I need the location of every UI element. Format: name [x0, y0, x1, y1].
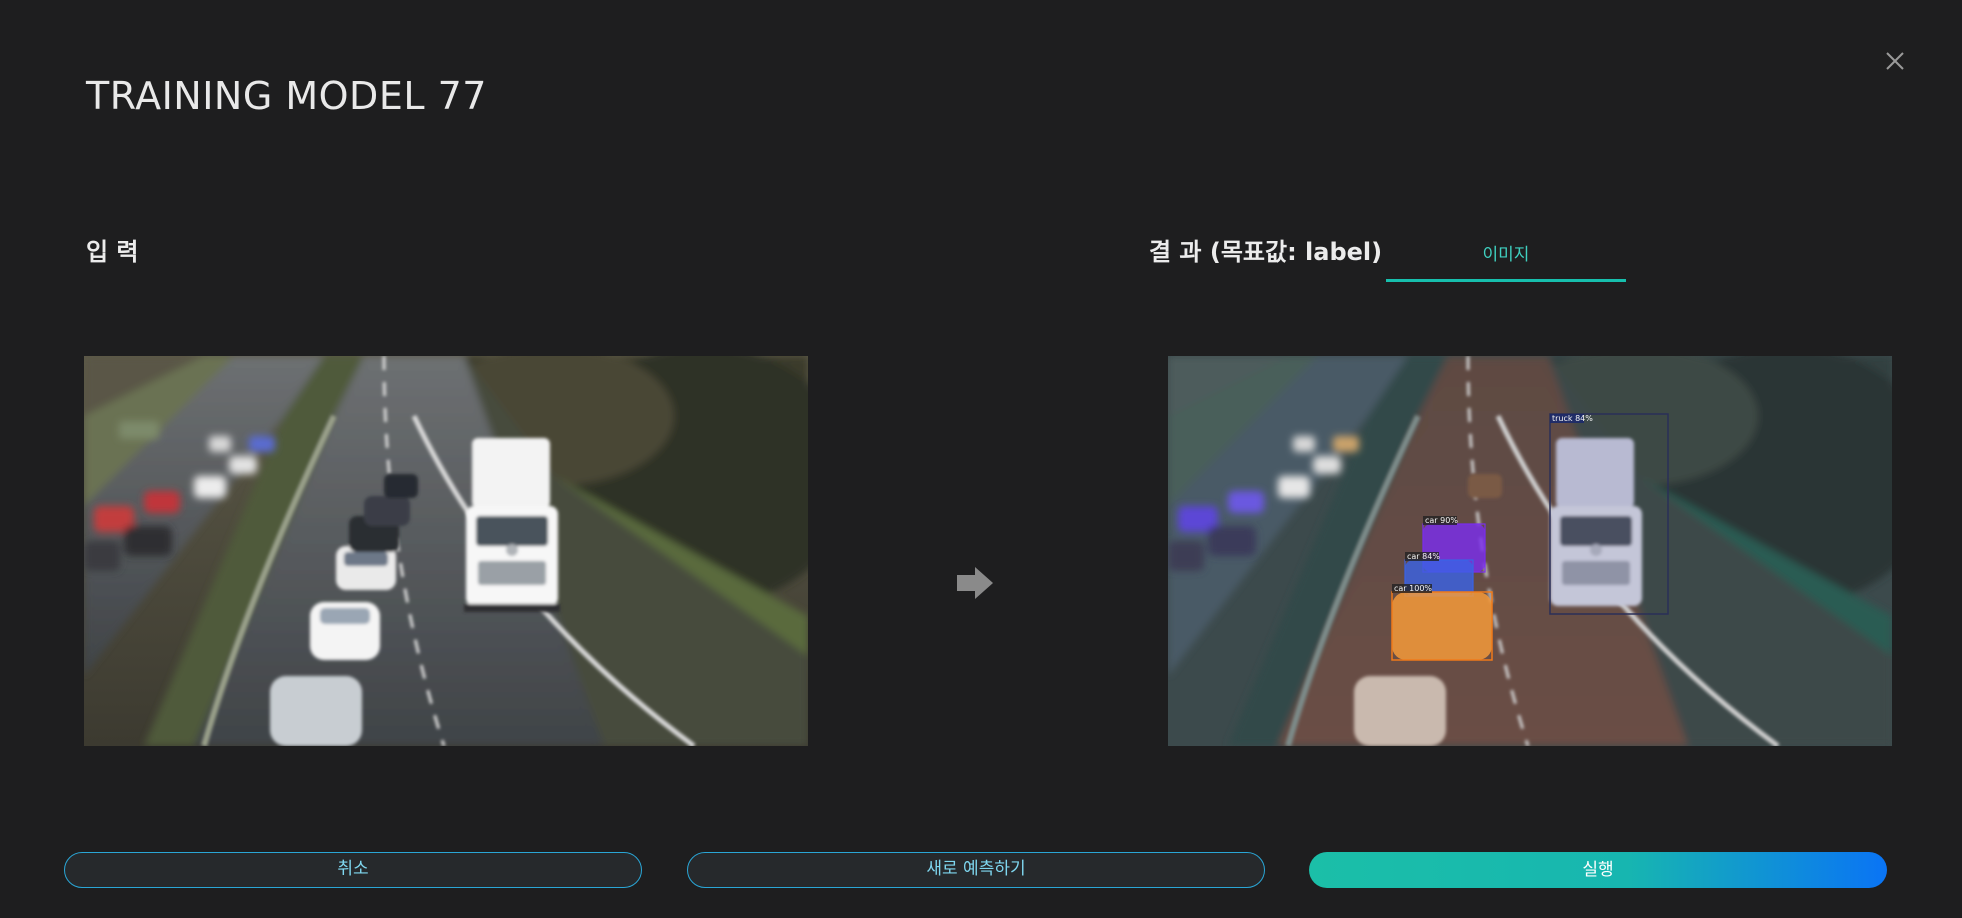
run-button[interactable]: 실행	[1309, 852, 1887, 888]
detection-label: car 100%	[1394, 584, 1432, 593]
close-icon	[1886, 52, 1904, 70]
arrow-right-icon	[955, 565, 995, 601]
result-section-label: 결 과 (목표값: label)	[1149, 238, 1383, 266]
detection-label: car 84%	[1407, 552, 1440, 561]
tab-image[interactable]: 이미지	[1386, 234, 1626, 282]
detection-label: car 90%	[1425, 516, 1458, 525]
input-image	[84, 356, 808, 746]
detection-label: truck 84%	[1552, 414, 1593, 423]
cancel-button[interactable]: 취소	[64, 852, 642, 888]
new-predict-button[interactable]: 새로 예측하기	[687, 852, 1265, 888]
input-section-label: 입 력	[86, 238, 139, 266]
result-image: car 90% car 84% car 100% truck 84%	[1168, 356, 1892, 746]
dialog-title: TRAINING MODEL 77	[86, 74, 487, 118]
close-button[interactable]	[1880, 46, 1910, 76]
